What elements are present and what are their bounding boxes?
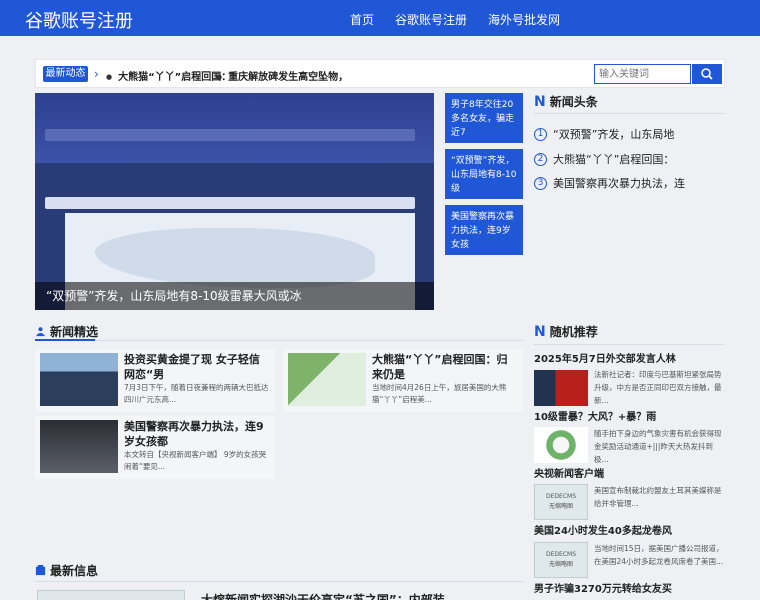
users-icon [35,327,46,337]
divider [534,344,725,345]
headline-item[interactable]: 2 大熊猫“丫丫”启程回国： [534,151,674,167]
headline-item[interactable]: 1 “双预警”齐发，山东局地 [534,126,674,142]
hero-image [35,93,434,163]
news-card-title: 投资买黄金提了现 女子轻信网恋“男 [124,353,260,381]
recommend-thumbnail[interactable] [534,370,588,406]
recommend-thumbnail[interactable] [534,427,588,463]
random-recommend: N 随机推荐 2025年5月7日外交部发言人林 法新社记者：印度与巴基斯坦紧张局… [530,318,725,600]
hero-slider[interactable]: “双预警”齐发，山东局地有8-10级雷暴大风或冰 [35,93,434,310]
news-card-summary: 本文转自【央视新闻客户端】 9岁的女孩哭闹着“要见... [124,450,267,471]
news-thumbnail [37,590,185,600]
nav-google-account[interactable]: 谷歌账号注册 [395,11,467,28]
divider-accent [35,339,95,341]
n-logo-icon: N [534,93,546,110]
news-thumbnail [40,353,118,406]
news-card[interactable]: 投资买黄金提了现 女子轻信网恋“男 7月3日下午，随着日夜兼程的两辆大巴抵达四川… [35,349,275,412]
side-card-text: “双预警”齐发，山东局地有8-10级 [451,156,517,194]
recommend-summary: 法新社记者：印度与巴基斯坦紧张局势升级，中方是否正同印巴双方接触，最新... [594,370,722,405]
ticker-item[interactable]: 重庆解放碑发生高空坠物， [216,68,348,83]
section-title: 新闻精选 [50,325,99,339]
divider [534,113,725,114]
recommend-headline[interactable]: 10级雷暴？大风？+暴？雨 [534,408,656,423]
divider [35,581,523,582]
recommend-headline[interactable]: 2025年5月7日外交部发言人林 [534,350,676,365]
headlines-panel: N 新闻头条 1 “双预警”齐发，山东局地 2 大熊猫“丫丫”启程回国： 3 美… [530,93,725,310]
headline-text: 美国警察再次暴力执法，连 [553,177,685,190]
search-button[interactable] [692,64,722,84]
search-icon [701,68,713,80]
side-card[interactable]: “双预警”齐发，山东局地有8-10级 [445,149,523,199]
news-card-title: 美国警察再次暴力执法，连9岁女孩都 [124,420,264,448]
random-title: N 随机推荐 [534,323,598,340]
recommend-summary: 当地时间15日，据美国广播公司报道，在美国24小时多起龙卷风席卷了美国... [594,544,724,566]
featured-news: 新闻精选 投资买黄金提了现 女子轻信网恋“男 7月3日下午，随着日夜兼程的两辆大… [35,318,523,508]
recommend-headline[interactable]: 男子诈骗3270万元转给女友买 [534,580,672,595]
hero-image-band [45,129,415,141]
news-ticker: 最新动态 › 大熊猫“丫丫”启程回国： 重庆解放碑发生高空坠物， [35,59,725,88]
rank-number: 3 [534,176,547,190]
headlines-title: N 新闻头条 [534,93,598,110]
news-thumbnail [288,353,366,406]
placeholder-text: DEDECMS 无缩略图 [546,493,576,510]
section-header: 新闻精选 [35,323,98,340]
recommend-headline[interactable]: 美国24小时发生40多起龙卷风 [534,522,672,537]
chevron-right-icon: › [94,67,99,81]
news-thumbnail [40,420,118,473]
side-card-text: 美国警察再次暴力执法，连9岁女孩 [451,212,515,250]
section-title: 最新信息 [50,564,99,578]
main-nav: 首页 谷歌账号注册 海外号批发网 [350,11,560,28]
recommend-headline[interactable]: 央视新闻客户端 [534,465,604,480]
no-thumbnail-placeholder[interactable]: DEDECMS 无缩略图 [534,542,588,578]
headlines-title-text: 新闻头条 [549,95,598,109]
news-card-summary: 7月3日下午，随着日夜兼程的两辆大巴抵达四川广元东高... [124,383,269,404]
divider [35,340,523,341]
nav-home[interactable]: 首页 [350,11,374,28]
search-input[interactable] [594,64,691,84]
hero-caption[interactable]: “双预警”齐发，山东局地有8-10级雷暴大风或冰 [35,282,434,310]
top-navbar: 谷歌账号注册 首页 谷歌账号注册 海外号批发网 [0,0,760,36]
ticker-label: 最新动态 [43,66,88,82]
nav-overseas-wholesale[interactable]: 海外号批发网 [488,11,560,28]
document-icon [35,565,46,576]
random-title-text: 随机推荐 [549,325,598,339]
ticker-item[interactable]: 大熊猫“丫丫”启程回国： [106,68,231,83]
headline-item[interactable]: 3 美国警察再次暴力执法，连 [534,175,685,191]
news-card-title: 大熊猫“丫丫”启程回国：归来仍是 [372,353,508,381]
site-title[interactable]: 谷歌账号注册 [25,7,133,33]
rank-number: 2 [534,152,547,166]
side-card[interactable]: 男子8年交往20多名女友，骗走近7 [445,93,523,143]
news-card-summary: 当地时间4月26日上午，旅居美国的大熊猫“丫丫”启程美... [372,383,507,404]
placeholder-text: DEDECMS 无缩略图 [546,551,576,568]
latest-news-title[interactable]: 大熔新闻实探湖沙天价高定“苏之国”：内部装 [201,591,445,600]
section-header: 最新信息 [35,562,98,579]
hero-image-band [45,197,415,209]
recommend-summary: 随手拍下身边的气象灾害有机会获得现金奖励活动通道+|||昨天大热发抖到极... [594,429,722,464]
n-logo-icon: N [534,323,546,340]
side-card-text: 男子8年交往20多名女友，骗走近7 [451,100,515,138]
rank-number: 1 [534,127,547,141]
recommend-summary: 美国宣布制裁北约盟友土耳其美媒称是给并非管理... [594,486,722,508]
news-card[interactable]: 美国警察再次暴力执法，连9岁女孩都 本文转自【央视新闻客户端】 9岁的女孩哭闹着… [35,416,275,479]
no-thumbnail-placeholder[interactable]: DEDECMS 无缩略图 [534,484,588,520]
headline-text: “双预警”齐发，山东局地 [553,128,675,141]
side-card[interactable]: 美国警察再次暴力执法，连9岁女孩 [445,205,523,255]
headline-text: 大熊猫“丫丫”启程回国： [553,153,675,166]
news-card[interactable]: 大熊猫“丫丫”启程回国：归来仍是 当地时间4月26日上午，旅居美国的大熊猫“丫丫… [283,349,523,412]
latest-news: 最新信息 大熔新闻实探湖沙天价高定“苏之国”：内部装 [35,560,523,600]
